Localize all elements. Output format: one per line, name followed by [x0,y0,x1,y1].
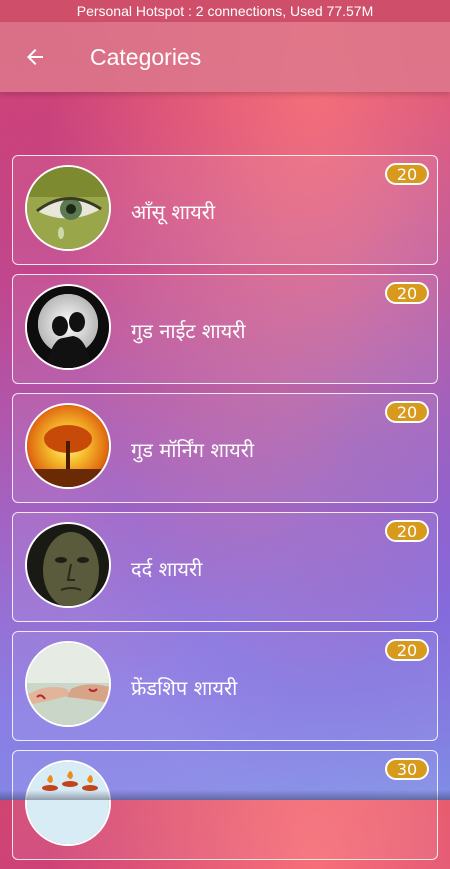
category-label: गुड नाईट शायरी [131,318,246,343]
category-list: आँसू शायरी 20 गुड नाईट शायरी 20 गुड मॉर्… [12,155,438,869]
bottom-shadow [0,790,450,800]
category-card-friendship[interactable]: फ्रेंडशिप शायरी 20 [12,631,438,741]
category-card-dard[interactable]: दर्द शायरी 20 [12,512,438,622]
category-label: गुड मॉर्निंग शायरी [131,437,255,462]
status-bar: Personal Hotspot : 2 connections, Used 7… [0,0,450,22]
count-badge: 20 [385,639,429,661]
count-badge: 20 [385,401,429,423]
couple-moon-silhouette-image [25,284,111,370]
tree-sunrise-image [25,403,111,489]
arrow-left-icon [27,49,43,65]
count-badge: 30 [385,758,429,780]
app-bar: Categories [0,22,450,92]
count-badge: 20 [385,282,429,304]
category-card-diya[interactable]: 30 [12,750,438,860]
friendship-hands-image [25,641,111,727]
category-card-good-morning[interactable]: गुड मॉर्निंग शायरी 20 [12,393,438,503]
category-label: फ्रेंडशिप शायरी [131,675,238,700]
category-card-ansu[interactable]: आँसू शायरी 20 [12,155,438,265]
page-title: Categories [90,43,202,70]
count-badge: 20 [385,163,429,185]
status-text: Personal Hotspot : 2 connections, Used 7… [76,3,374,19]
category-card-good-night[interactable]: गुड नाईट शायरी 20 [12,274,438,384]
count-badge: 20 [385,520,429,542]
category-label: आँसू शायरी [131,199,216,224]
sad-face-image [25,522,111,608]
back-button[interactable] [0,22,70,92]
eye-tear-image [25,165,111,251]
diya-lamps-image [25,760,111,846]
category-label: दर्द शायरी [131,556,203,581]
